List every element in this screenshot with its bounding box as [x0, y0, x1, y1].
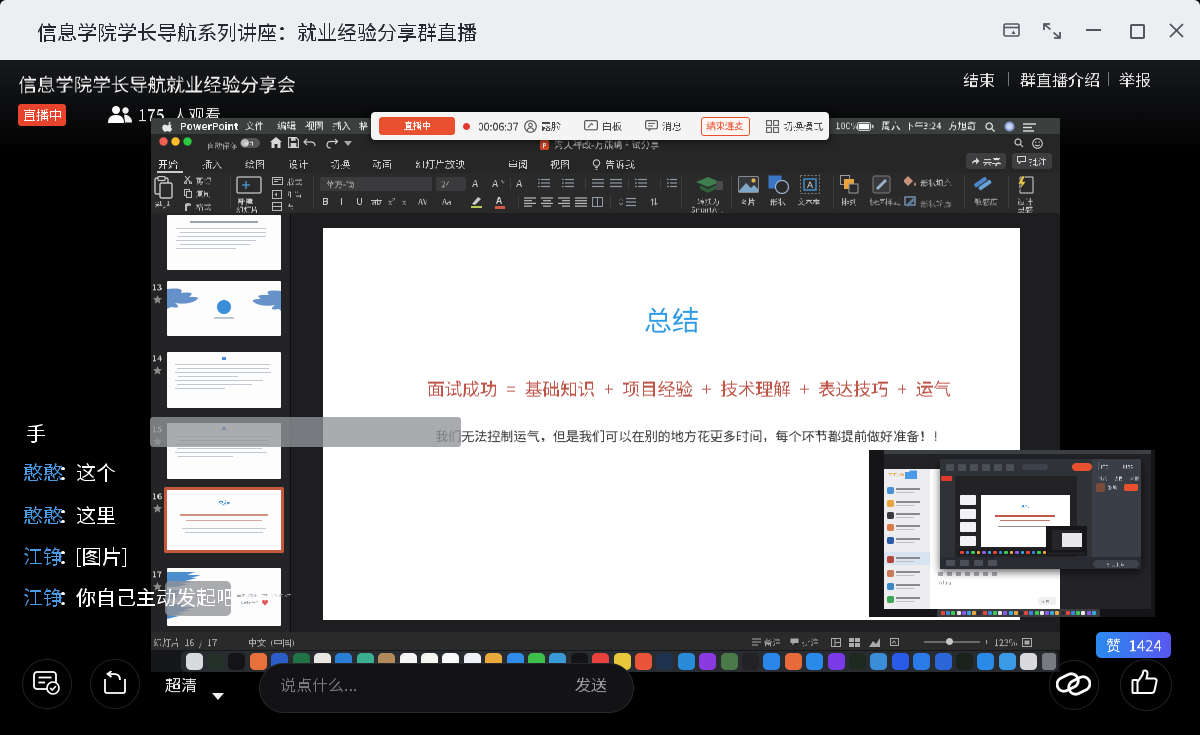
svg-text:A: A [807, 180, 813, 190]
